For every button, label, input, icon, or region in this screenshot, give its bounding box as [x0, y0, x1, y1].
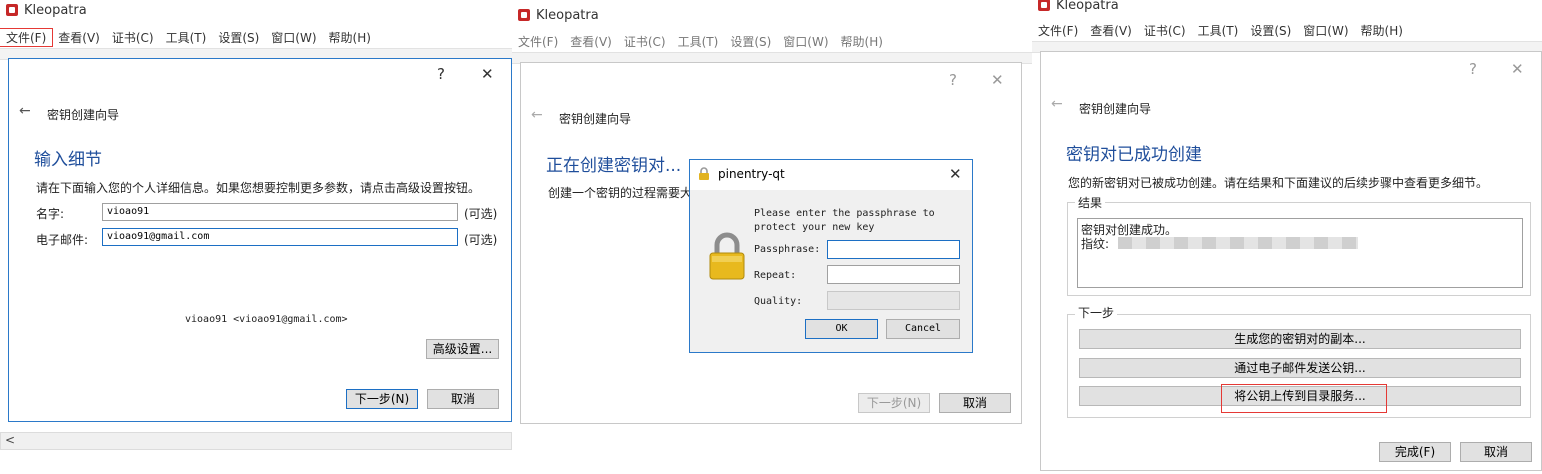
page-description: 请在下面输入您的个人详细信息。如果您想要控制更多参数，请点击高级设置按钮。: [36, 181, 481, 195]
app-title: Kleopatra: [1056, 0, 1119, 13]
menu-view[interactable]: 查看(V): [1084, 22, 1138, 39]
finish-button[interactable]: 完成(F): [1379, 442, 1451, 462]
panel-creating-key: Kleopatra 文件(F) 查看(V) 证书(C) 工具(T) 设置(S) …: [512, 0, 1032, 474]
scroll-left-arrow[interactable]: <: [5, 433, 15, 447]
next-button[interactable]: 下一步(N): [346, 389, 418, 409]
app-titlebar: Kleopatra: [6, 0, 87, 20]
app-titlebar: Kleopatra: [1038, 0, 1119, 15]
panel-key-created: Kleopatra 文件(F) 查看(V) 证书(C) 工具(T) 设置(S) …: [1032, 0, 1542, 474]
page-heading: 正在创建密钥对...: [546, 156, 682, 176]
page-heading: 密钥对已成功创建: [1066, 145, 1202, 165]
kleopatra-icon: [6, 4, 18, 16]
lock-small-icon: [699, 167, 709, 180]
horizontal-scrollbar[interactable]: <: [0, 432, 512, 450]
app-title: Kleopatra: [536, 7, 599, 23]
help-button[interactable]: ?: [949, 71, 957, 89]
ok-button[interactable]: OK: [805, 319, 878, 339]
close-icon[interactable]: ✕: [481, 65, 494, 83]
passphrase-label: Passphrase:: [754, 244, 821, 255]
wizard-title: 密钥创建向导: [1079, 102, 1152, 116]
back-arrow-icon[interactable]: ←: [1051, 96, 1063, 112]
advanced-settings-button[interactable]: 高级设置...: [426, 339, 499, 359]
pinentry-close-icon[interactable]: ✕: [949, 165, 962, 183]
menu-help[interactable]: 帮助(H): [1355, 22, 1409, 39]
menu-certificates[interactable]: 证书(C): [106, 29, 160, 46]
menu-window[interactable]: 窗口(W): [777, 33, 834, 50]
padlock-icon: [709, 232, 745, 280]
email-field[interactable]: vioao91@gmail.com: [102, 228, 458, 246]
menu-file[interactable]: 文件(F): [0, 27, 54, 47]
close-icon[interactable]: ✕: [991, 71, 1004, 89]
menu-help[interactable]: 帮助(H): [835, 33, 889, 50]
results-label: 结果: [1075, 194, 1106, 211]
wizard-title: 密钥创建向导: [47, 108, 120, 122]
page-description: 您的新密钥对已被成功创建。请在结果和下面建议的后续步骤中查看更多细节。: [1068, 176, 1489, 190]
passphrase-field[interactable]: [827, 240, 960, 259]
help-button[interactable]: ?: [437, 65, 445, 83]
results-line-fingerprint: 指纹:: [1081, 237, 1110, 251]
close-icon[interactable]: ✕: [1511, 60, 1524, 78]
pinentry-title: pinentry-qt: [718, 167, 785, 181]
menu-window[interactable]: 窗口(W): [265, 29, 322, 46]
menu-tools[interactable]: 工具(T): [1192, 22, 1245, 39]
help-button[interactable]: ?: [1469, 60, 1477, 78]
highlight-box: [1221, 384, 1387, 413]
name-label: 名字:: [36, 207, 65, 221]
menu-tools[interactable]: 工具(T): [160, 29, 213, 46]
wizard-title: 密钥创建向导: [559, 112, 632, 126]
menu-bar: 文件(F) 查看(V) 证书(C) 工具(T) 设置(S) 窗口(W) 帮助(H…: [1032, 19, 1542, 41]
name-optional: (可选): [464, 207, 498, 221]
results-textbox[interactable]: 密钥对创建成功。 指纹:: [1077, 218, 1523, 288]
wizard-dialog: ? ✕ ← 密钥创建向导 输入细节 请在下面输入您的个人详细信息。如果您想要控制…: [8, 58, 512, 422]
menu-certificates[interactable]: 证书(C): [1138, 22, 1192, 39]
pinentry-dialog: pinentry-qt ✕ Please enter the passphras…: [689, 159, 973, 353]
menu-view[interactable]: 查看(V): [52, 29, 106, 46]
back-arrow-icon[interactable]: ←: [531, 107, 543, 123]
menu-settings[interactable]: 设置(S): [212, 29, 265, 46]
pinentry-cancel-button[interactable]: Cancel: [886, 319, 960, 339]
cancel-button[interactable]: 取消: [427, 389, 499, 409]
next-button[interactable]: 下一步(N): [858, 393, 930, 413]
name-field[interactable]: vioao91: [102, 203, 458, 221]
quality-bar: [827, 291, 960, 310]
pinentry-titlebar: pinentry-qt ✕: [690, 160, 972, 190]
panel-enter-details: Kleopatra 文件(F) 查看(V) 证书(C) 工具(T) 设置(S) …: [0, 0, 512, 474]
menu-window[interactable]: 窗口(W): [1297, 22, 1354, 39]
next-steps-label: 下一步: [1075, 304, 1118, 321]
pinentry-message-line1: Please enter the passphrase to: [754, 208, 935, 219]
cancel-button[interactable]: 取消: [1460, 442, 1532, 462]
app-title: Kleopatra: [24, 2, 87, 18]
menu-settings[interactable]: 设置(S): [724, 33, 777, 50]
identity-preview: vioao91 <vioao91@gmail.com>: [185, 314, 348, 325]
fingerprint-blurred: [1118, 237, 1358, 249]
repeat-field[interactable]: [827, 265, 960, 284]
quality-label: Quality:: [754, 296, 803, 307]
wizard-dialog: ? ✕ ← 密钥创建向导 密钥对已成功创建 您的新密钥对已被成功创建。请在结果和…: [1040, 51, 1542, 471]
menu-settings[interactable]: 设置(S): [1244, 22, 1297, 39]
menu-file[interactable]: 文件(F): [512, 33, 564, 50]
menu-help[interactable]: 帮助(H): [323, 29, 377, 46]
menu-bar: 文件(F) 查看(V) 证书(C) 工具(T) 设置(S) 窗口(W) 帮助(H…: [0, 26, 512, 48]
backup-keypair-button[interactable]: 生成您的密钥对的副本...: [1079, 329, 1521, 349]
email-optional: (可选): [464, 233, 498, 247]
kleopatra-icon: [518, 9, 530, 21]
email-label: 电子邮件:: [36, 233, 89, 247]
menu-tools[interactable]: 工具(T): [672, 33, 725, 50]
back-arrow-icon[interactable]: ←: [19, 103, 31, 119]
repeat-label: Repeat:: [754, 270, 797, 281]
app-titlebar: Kleopatra: [518, 5, 599, 25]
menu-file[interactable]: 文件(F): [1032, 22, 1084, 39]
email-public-key-button[interactable]: 通过电子邮件发送公钥...: [1079, 358, 1521, 378]
page-heading: 输入细节: [34, 150, 102, 170]
pinentry-message-line2: protect your new key: [754, 222, 875, 233]
kleopatra-icon: [1038, 0, 1050, 11]
page-description: 创建一个密钥的过程需要大: [548, 186, 693, 200]
cancel-button[interactable]: 取消: [939, 393, 1011, 413]
menu-bar: 文件(F) 查看(V) 证书(C) 工具(T) 设置(S) 窗口(W) 帮助(H…: [512, 30, 1032, 52]
menu-certificates[interactable]: 证书(C): [618, 33, 672, 50]
menu-view[interactable]: 查看(V): [564, 33, 618, 50]
